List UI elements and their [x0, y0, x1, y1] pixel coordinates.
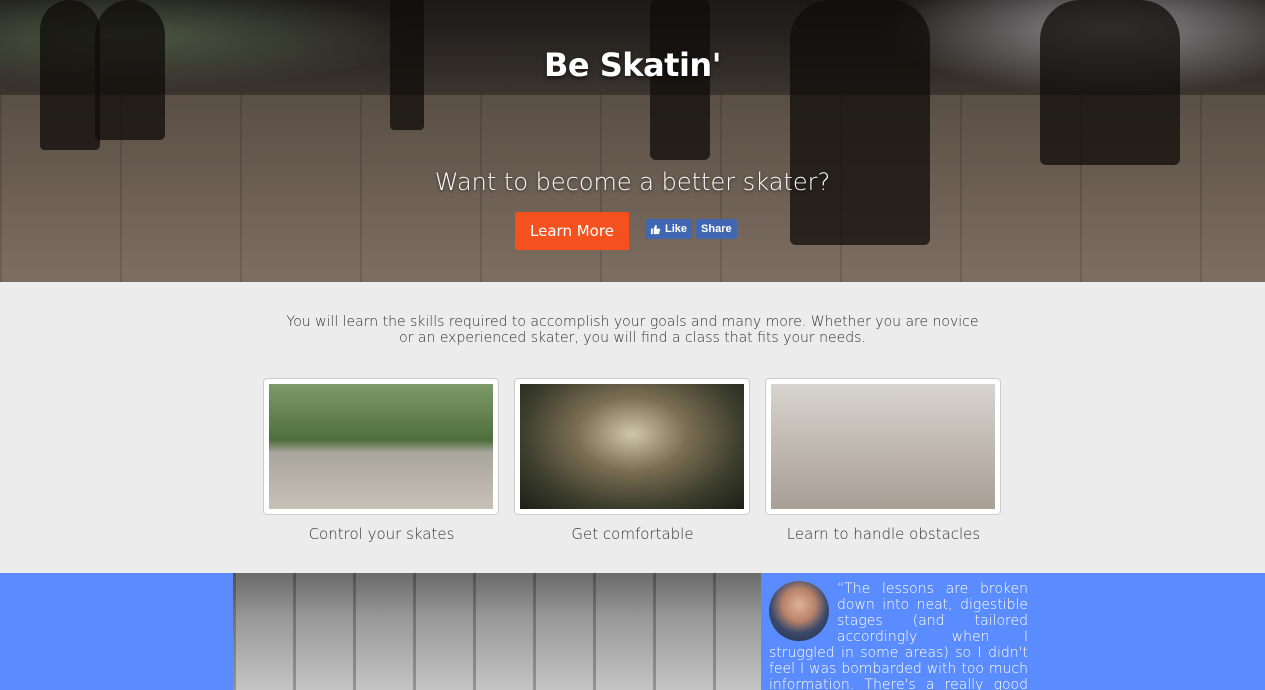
- card-caption: Control your skates: [308, 525, 455, 543]
- intro-text: You will learn the skills required to ac…: [286, 314, 979, 346]
- card-image-frame: [262, 378, 499, 515]
- facebook-share-label: Share: [701, 223, 732, 235]
- card-image-frame: [764, 378, 1001, 515]
- testimonial-quote-container: “The lessons are broken down into neat, …: [769, 581, 1028, 690]
- card-image-park-skating: [268, 384, 493, 509]
- feature-card: Control your skates: [262, 378, 501, 543]
- facebook-like-button[interactable]: Like: [645, 219, 693, 239]
- card-image-steps-skating: [770, 384, 995, 509]
- learn-more-button[interactable]: Learn More: [515, 212, 629, 250]
- facebook-widget: Like Share: [645, 219, 741, 239]
- facebook-share-button[interactable]: Share: [696, 219, 737, 239]
- feature-card: Learn to handle obstacles: [764, 378, 1003, 543]
- hero-subtitle: Want to become a better skater?: [434, 168, 831, 196]
- testimonial-photo: [233, 573, 761, 690]
- hero-skater-legs: [790, 0, 930, 245]
- hero-actions: Learn More Like Share: [515, 212, 741, 250]
- hero-title: Be Skatin': [544, 46, 722, 84]
- avatar-spacer: [769, 581, 837, 641]
- facebook-like-label: Like: [665, 223, 688, 235]
- feature-card: Get comfortable: [513, 378, 752, 543]
- card-image-frame: [513, 378, 750, 515]
- testimonial-section: “The lessons are broken down into neat, …: [0, 573, 1265, 690]
- hero-banner: Be Skatin' Want to become a better skate…: [0, 0, 1265, 282]
- feature-cards: Control your skates Get comfortable Lear…: [0, 378, 1265, 543]
- card-caption: Learn to handle obstacles: [786, 525, 981, 543]
- card-image-tunnel-skating: [519, 384, 744, 509]
- card-caption: Get comfortable: [571, 525, 694, 543]
- thumbs-up-icon: [650, 224, 661, 234]
